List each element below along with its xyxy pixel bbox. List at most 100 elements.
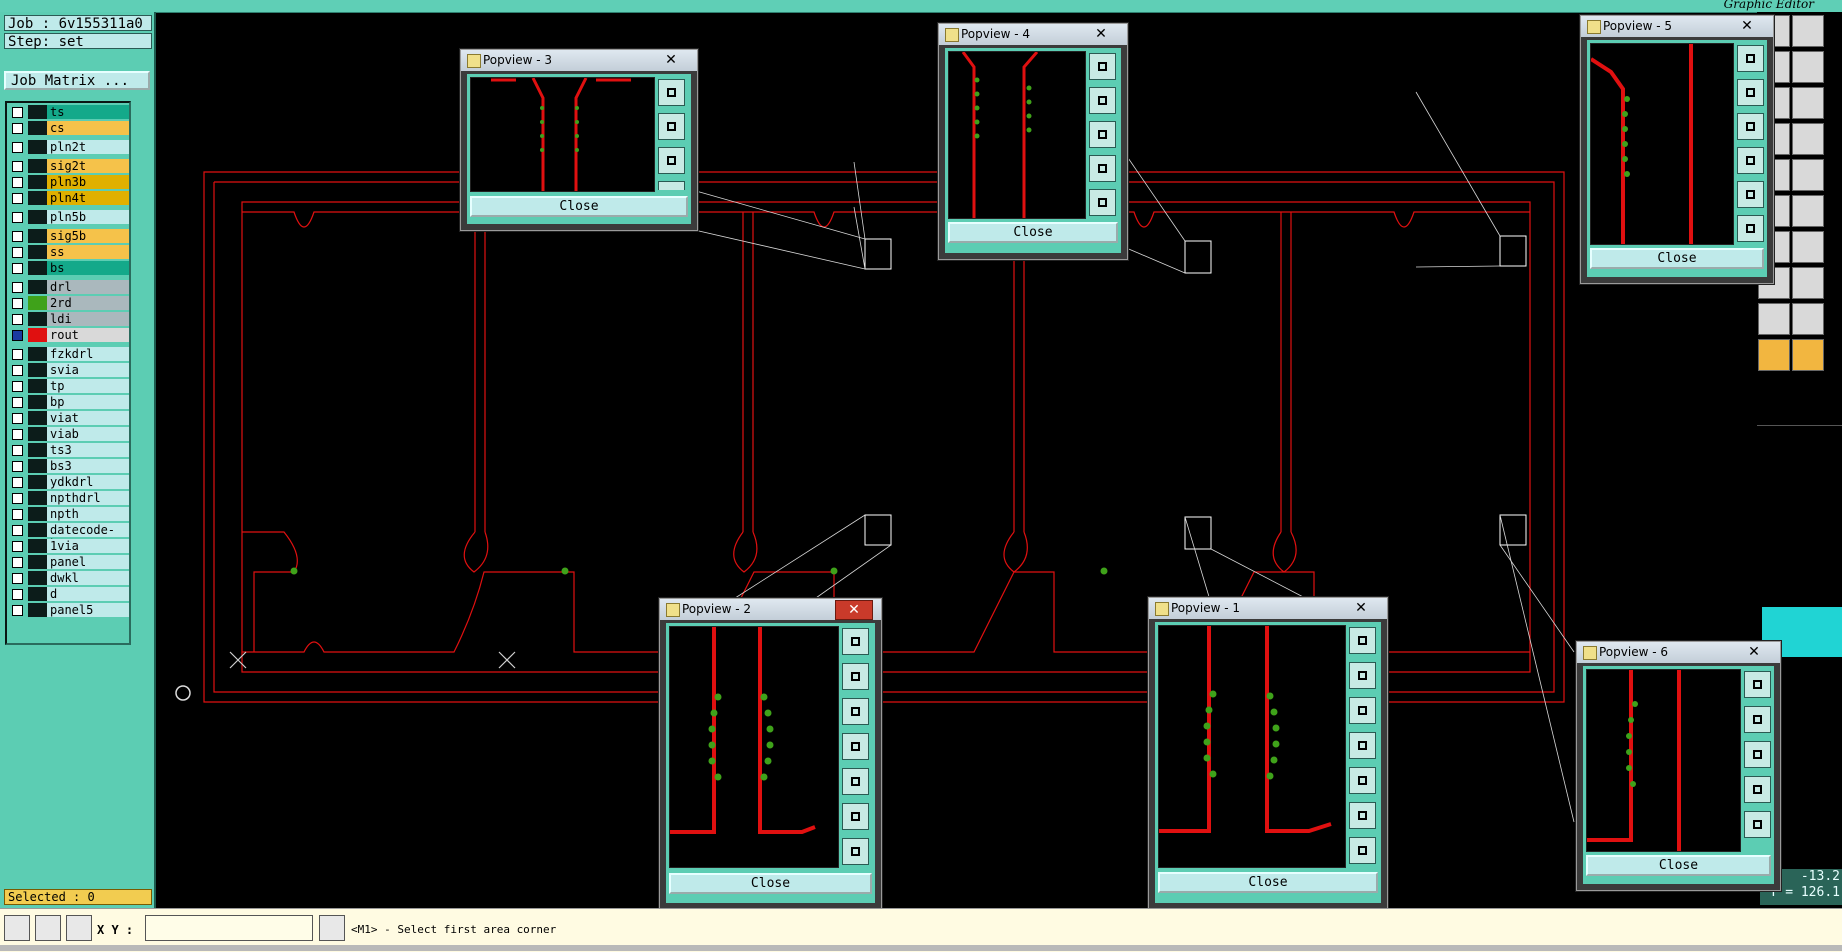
zoom-out-icon[interactable] [1089, 121, 1116, 148]
close-icon[interactable]: ✕ [835, 600, 873, 620]
tool-button-2[interactable] [1792, 15, 1824, 47]
layer-color-swatch[interactable] [28, 191, 47, 205]
zoom-out-icon[interactable] [842, 698, 869, 725]
layer-color-swatch[interactable] [28, 475, 47, 489]
layer-color-swatch[interactable] [28, 587, 47, 601]
layer-checkbox[interactable] [12, 461, 23, 472]
layer-color-swatch[interactable] [28, 210, 47, 224]
zoom-window-icon[interactable] [1349, 802, 1376, 829]
layer-row-ldi[interactable]: ldi [9, 312, 129, 326]
popview-close-button[interactable]: Close [669, 873, 872, 894]
layer-row-d[interactable]: d [9, 587, 129, 601]
layer-checkbox[interactable] [12, 247, 23, 258]
layer-name[interactable]: 2rd [47, 296, 129, 310]
layer-name[interactable]: viab [47, 427, 129, 441]
popview-titlebar[interactable]: Popview - 4 ✕ [939, 24, 1127, 45]
popview-titlebar[interactable]: Popview - 6 ✕ [1577, 642, 1780, 663]
layer-color-swatch[interactable] [28, 411, 47, 425]
layer-row-panel[interactable]: panel [9, 555, 129, 569]
layer-name[interactable]: panel [47, 555, 129, 569]
layer-name[interactable]: npthdrl [47, 491, 129, 505]
close-icon[interactable]: ✕ [1083, 25, 1119, 43]
pan-left-icon[interactable] [1744, 776, 1771, 803]
pan-right-icon[interactable] [842, 768, 869, 795]
layer-row-npth[interactable]: npth [9, 507, 129, 521]
cross-tool-icon[interactable] [1792, 195, 1824, 227]
layer-color-swatch[interactable] [28, 427, 47, 441]
layer-name[interactable]: svia [47, 363, 129, 377]
zoom-in-icon[interactable] [1349, 662, 1376, 689]
layer-name[interactable]: datecode-bs [47, 523, 129, 551]
layer-checkbox[interactable] [12, 123, 23, 134]
layer-row-ts3[interactable]: ts3 [9, 443, 129, 457]
layer-name[interactable]: 1via [47, 539, 129, 553]
layer-row-npthdrl[interactable]: npthdrl [9, 491, 129, 505]
layer-name[interactable]: pln4t [47, 191, 129, 205]
layer-checkbox[interactable] [12, 381, 23, 392]
zoom-fit-icon[interactable] [842, 628, 869, 655]
layer-checkbox[interactable] [12, 161, 23, 172]
zoom-out-icon[interactable] [658, 147, 685, 174]
zoom-fit-icon[interactable] [1349, 627, 1376, 654]
layer-checkbox[interactable] [12, 349, 23, 360]
triangle-tool-icon[interactable] [1758, 303, 1790, 335]
fit-all-icon[interactable] [842, 838, 869, 865]
layer-checkbox[interactable] [12, 177, 23, 188]
snap-grid-icon[interactable] [66, 915, 92, 941]
layer-color-swatch[interactable] [28, 159, 47, 173]
layer-checkbox[interactable] [12, 573, 23, 584]
measure-tool-icon[interactable] [35, 915, 61, 941]
pan-right-icon[interactable] [1089, 189, 1116, 216]
pan-left-icon[interactable] [842, 733, 869, 760]
zoom-window-icon[interactable] [842, 803, 869, 830]
pan-left-icon[interactable] [1737, 147, 1764, 174]
layer-name[interactable]: tp [47, 379, 129, 393]
layer-checkbox[interactable] [12, 605, 23, 616]
popview-view[interactable] [669, 626, 839, 868]
zoom-in-icon[interactable] [1089, 87, 1116, 114]
layer-row-2rd[interactable]: 2rd [9, 296, 129, 310]
zoom-in-icon[interactable] [1737, 79, 1764, 106]
layer-row-ts[interactable]: ts [9, 105, 129, 119]
layer-checkbox[interactable] [12, 282, 23, 293]
zoom-out-icon[interactable] [1737, 113, 1764, 140]
layer-color-swatch[interactable] [28, 363, 47, 377]
layer-row-fzkdrl[interactable]: fzkdrl [9, 347, 129, 361]
layer-color-swatch[interactable] [28, 261, 47, 275]
layer-name[interactable]: ydkdrl [47, 475, 129, 489]
layer-color-swatch[interactable] [28, 229, 47, 243]
layer-checkbox[interactable] [12, 589, 23, 600]
layer-checkbox[interactable] [12, 445, 23, 456]
layer-color-swatch[interactable] [28, 245, 47, 259]
snap-icon[interactable] [1792, 159, 1824, 191]
layer-row-bs3[interactable]: bs3 [9, 459, 129, 473]
layer-row-drl[interactable]: drl [9, 280, 129, 294]
layer-color-swatch[interactable] [28, 105, 47, 119]
zoom-in-icon[interactable] [1744, 706, 1771, 733]
popview-titlebar[interactable]: Popview - 2 ✕ [660, 599, 881, 620]
layer-row-ydkdrl[interactable]: ydkdrl [9, 475, 129, 489]
layer-color-swatch[interactable] [28, 140, 47, 154]
tool-button-4[interactable] [1792, 51, 1824, 83]
popview-window-6[interactable]: Popview - 6 ✕ Close [1576, 641, 1781, 891]
zoom-fit-icon[interactable] [1737, 45, 1764, 72]
pan-right-icon[interactable] [1737, 181, 1764, 208]
layer-name[interactable]: sig2t [47, 159, 129, 173]
resize-icon[interactable] [4, 915, 30, 941]
layer-checkbox[interactable] [12, 330, 23, 341]
zoom-window-icon[interactable] [1737, 215, 1764, 242]
layer-color-swatch[interactable] [28, 395, 47, 409]
select-area-icon[interactable] [1792, 339, 1824, 371]
popview-view[interactable] [470, 77, 655, 192]
popview-close-button[interactable]: Close [948, 222, 1118, 243]
layer-name[interactable]: pln2t [47, 140, 129, 154]
popview-window-1[interactable]: Popview - 1 ✕ Close [1148, 597, 1388, 910]
pan-right-icon[interactable] [1744, 811, 1771, 838]
layer-row-pln5b[interactable]: pln5b [9, 210, 129, 224]
popview-titlebar[interactable]: Popview - 5 ✕ [1581, 16, 1773, 37]
popview-view[interactable] [1586, 669, 1741, 852]
layer-checkbox[interactable] [12, 212, 23, 223]
layer-name[interactable]: bp [47, 395, 129, 409]
pan-icon[interactable] [1792, 87, 1824, 119]
zoom-out-icon[interactable] [1744, 741, 1771, 768]
